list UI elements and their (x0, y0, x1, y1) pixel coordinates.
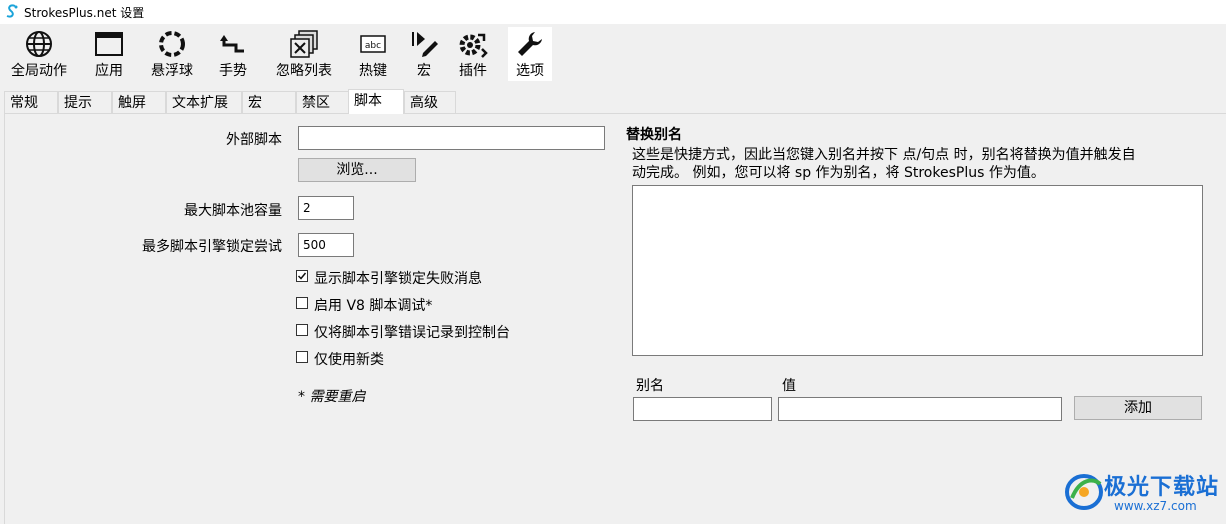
watermark-logo-icon (1065, 474, 1103, 510)
use-new-classes-label: 仅使用新类 (314, 352, 384, 368)
wrench-icon (518, 32, 542, 56)
restart-note: * 需要重启 (298, 389, 366, 405)
watermark-url: www.xz7.com (1114, 499, 1197, 513)
toolbar-plugins[interactable]: 插件 (452, 27, 494, 81)
toolbar-label: 全局动作 (11, 63, 67, 79)
watermark: 极光下载站 www.xz7.com (1064, 466, 1224, 518)
tab-touch[interactable]: 触屏 (112, 91, 166, 113)
enable-v8-debug-checkbox[interactable] (296, 297, 308, 309)
tab-text-expansion[interactable]: 文本扩展 (166, 91, 242, 113)
alias-section-title: 替换别名 (626, 127, 682, 143)
alias-description: 这些是快捷方式，因此当您键入别名并按下 点/句点 时，别名将替换为值并触发自 动… (632, 146, 1222, 182)
log-errors-console-label: 仅将脚本引擎错误记录到控制台 (314, 325, 510, 341)
log-errors-console-checkbox[interactable] (296, 324, 308, 336)
gesture-arrow-icon (220, 35, 244, 53)
tab-forbidden-zone[interactable]: 禁区 (296, 91, 350, 113)
max-pool-input[interactable] (298, 196, 354, 220)
toolbar-label: 悬浮球 (151, 63, 193, 79)
max-pool-label: 最大脚本池容量 (184, 203, 282, 219)
macro-icon (412, 32, 438, 57)
title-bar: StrokesPlus.net 设置 (0, 0, 1226, 24)
toolbar-apps[interactable]: 应用 (84, 27, 134, 81)
tab-general[interactable]: 常规 (4, 91, 58, 113)
value-label: 值 (782, 378, 796, 394)
toolbar-macros[interactable]: 宏 (404, 27, 444, 81)
alias-description-line: 动完成。 例如，您可以将 sp 作为别名，将 StrokesPlus 作为值。 (632, 165, 1045, 181)
tab-macros[interactable]: 宏 (242, 91, 296, 113)
main-toolbar: 全局动作 应用 悬浮球 手势 忽略列表 abc 热键 宏 插件 选项 (0, 24, 1226, 84)
toolbar-gestures[interactable]: 手势 (210, 27, 256, 81)
toolbar-hotkeys[interactable]: abc 热键 (352, 27, 394, 81)
enable-v8-debug-label: 启用 V8 脚本调试* (314, 298, 433, 314)
ring-icon (159, 31, 185, 57)
value-input[interactable] (778, 397, 1062, 421)
toolbar-ignore-list[interactable]: 忽略列表 (268, 27, 340, 81)
toolbar-label: 宏 (417, 63, 431, 79)
add-alias-button[interactable]: 添加 (1074, 396, 1202, 420)
browse-button[interactable]: 浏览... (298, 158, 416, 182)
show-lock-failure-label: 显示脚本引擎锁定失败消息 (314, 271, 482, 287)
alias-label: 别名 (636, 378, 664, 394)
toolbar-label: 手势 (219, 63, 247, 79)
svg-text:abc: abc (365, 41, 381, 51)
window-title: StrokesPlus.net 设置 (24, 6, 145, 20)
keyboard-abc-icon: abc (360, 35, 386, 53)
settings-tabs: 常规 提示 触屏 文本扩展 宏 禁区 脚本 高级 (0, 89, 1226, 114)
toolbar-label: 热键 (359, 63, 387, 79)
tab-advanced[interactable]: 高级 (404, 91, 456, 113)
external-script-input[interactable] (298, 126, 605, 150)
alias-description-line: 这些是快捷方式，因此当您键入别名并按下 点/句点 时，别名将替换为值并触发自 (632, 147, 1136, 163)
window-icon (95, 32, 123, 56)
external-script-label: 外部脚本 (226, 132, 282, 148)
toolbar-global-actions[interactable]: 全局动作 (4, 27, 74, 81)
app-logo-icon (6, 4, 18, 18)
toolbar-label: 应用 (95, 63, 123, 79)
toolbar-label: 选项 (516, 63, 544, 79)
tab-scripts[interactable]: 脚本 (348, 89, 404, 114)
tab-tips[interactable]: 提示 (58, 91, 112, 113)
watermark-name: 极光下载站 (1104, 475, 1220, 500)
show-lock-failure-checkbox[interactable] (296, 270, 308, 282)
max-lock-attempts-label: 最多脚本引擎锁定尝试 (142, 239, 282, 255)
use-new-classes-checkbox[interactable] (296, 351, 308, 363)
max-lock-attempts-input[interactable] (298, 233, 354, 257)
toolbar-label: 忽略列表 (276, 63, 332, 79)
plugin-gear-icon (459, 33, 488, 58)
toolbar-float-ball[interactable]: 悬浮球 (144, 27, 200, 81)
alias-input[interactable] (633, 397, 772, 421)
alias-list-box[interactable] (632, 185, 1203, 356)
toolbar-options[interactable]: 选项 (508, 27, 552, 81)
toolbar-label: 插件 (459, 63, 487, 79)
checkmark-icon (297, 272, 307, 280)
globe-icon (26, 31, 52, 57)
ignore-list-icon (290, 30, 318, 58)
